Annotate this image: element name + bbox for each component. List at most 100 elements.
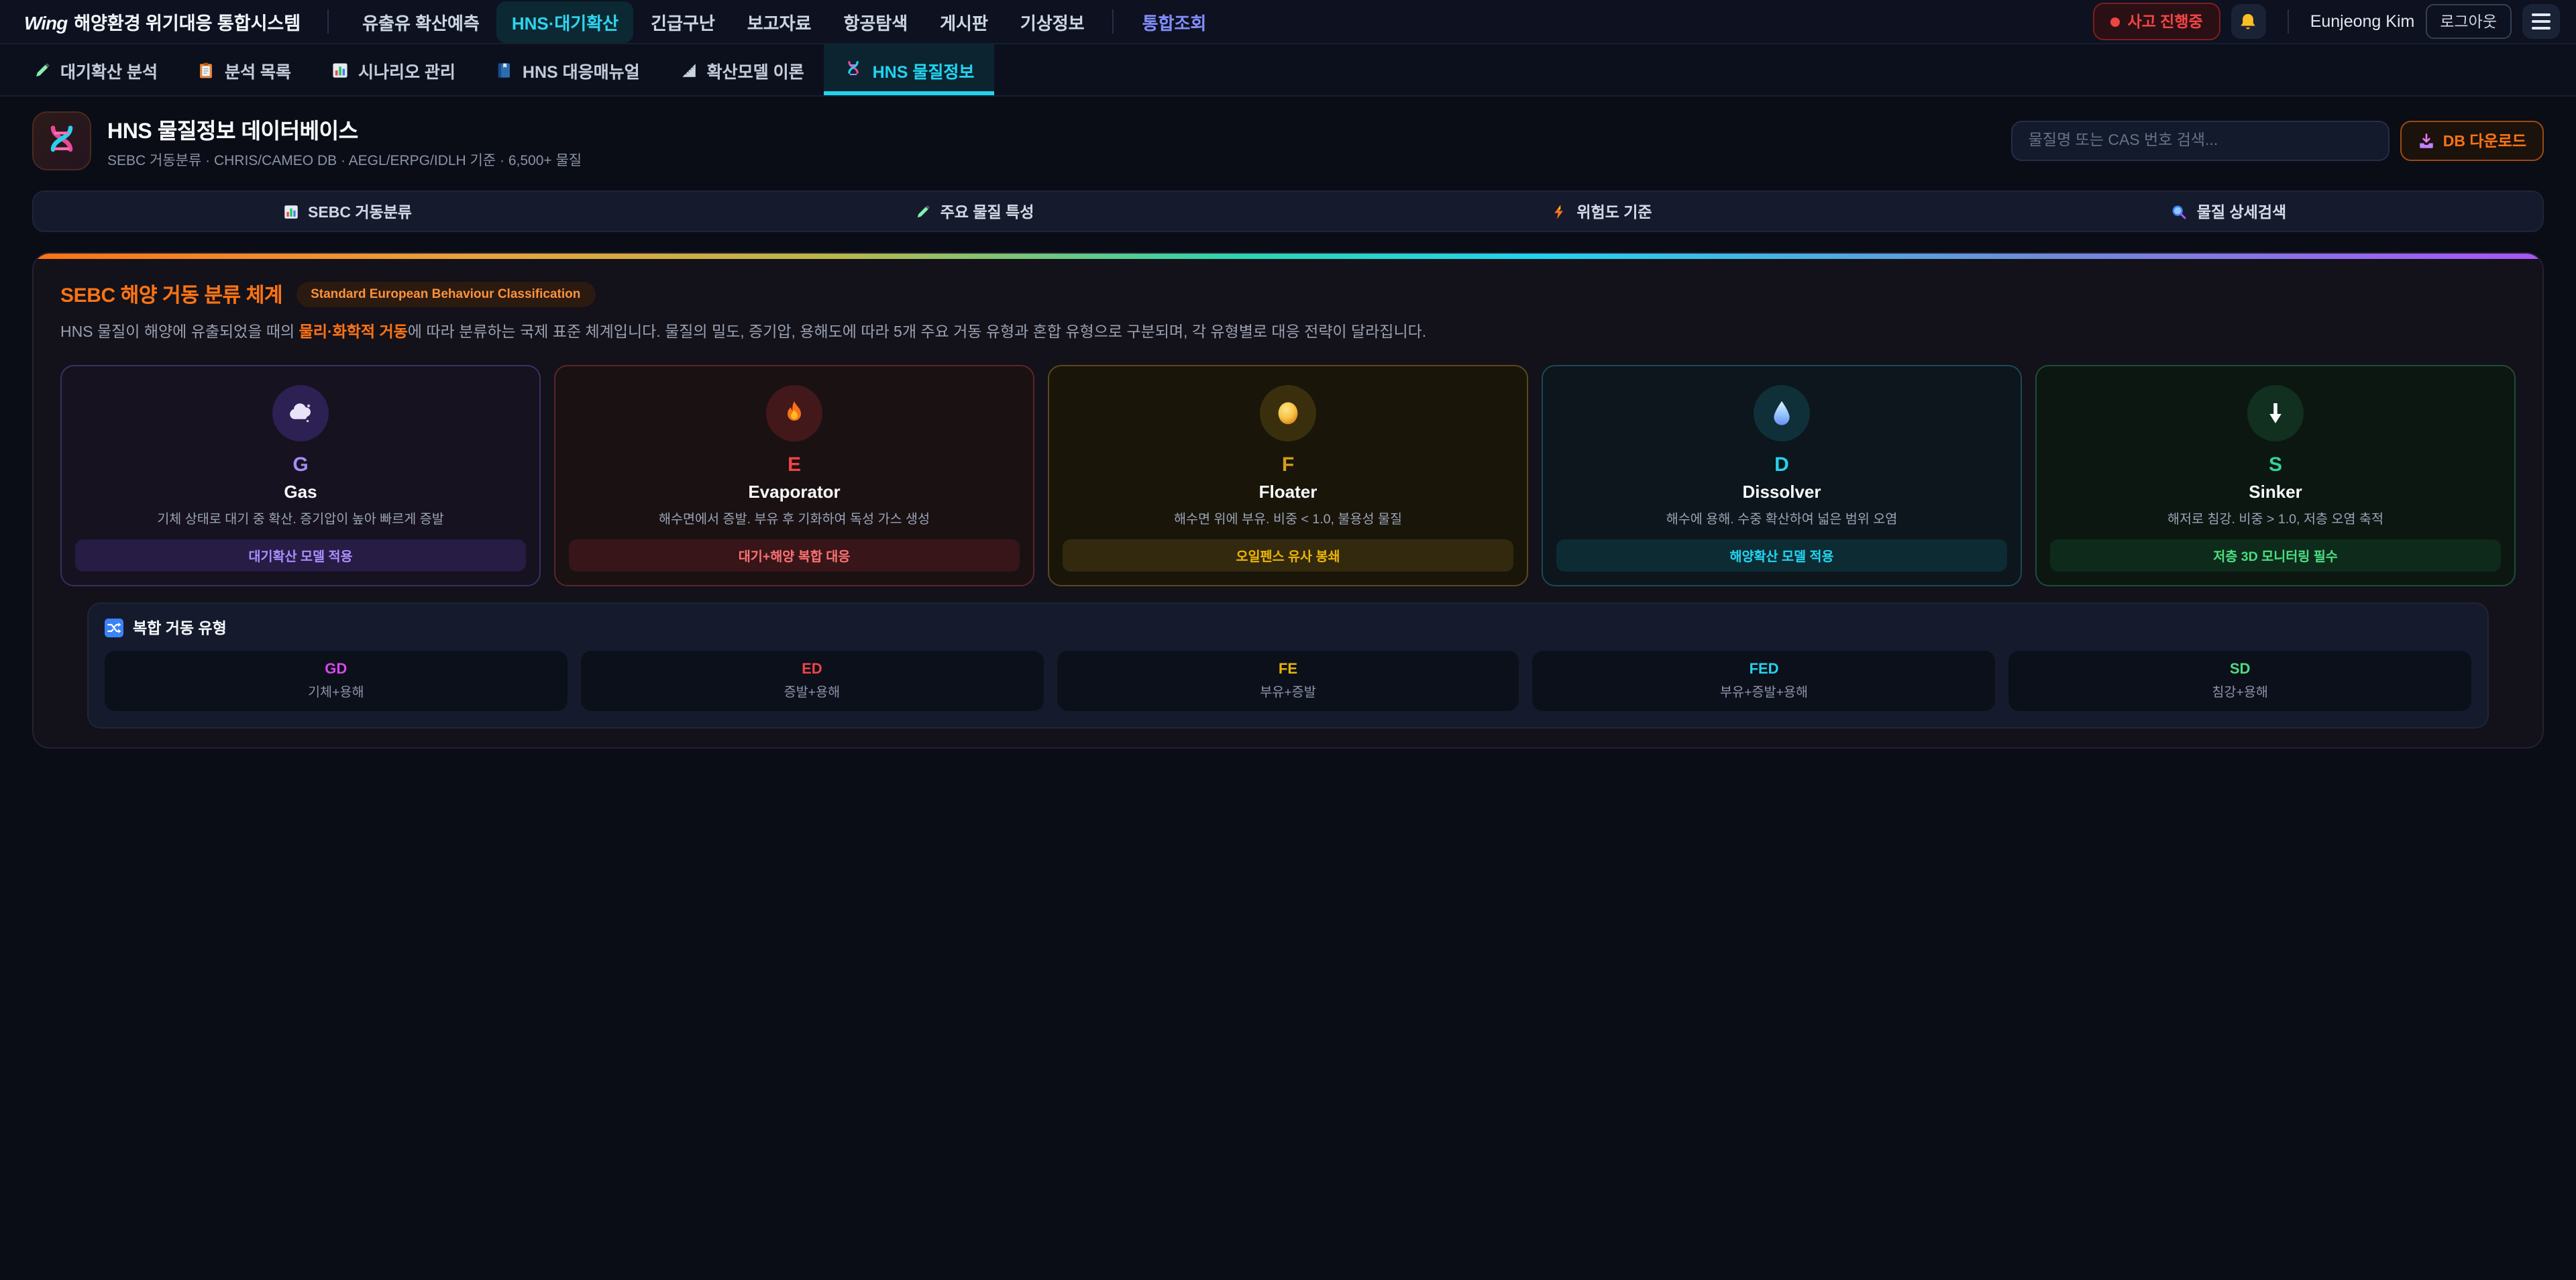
bar-chart-icon (331, 61, 349, 78)
behavior-desc: 기체 상태로 대기 중 확산. 증기압이 높아 빠르게 증발 (75, 509, 526, 527)
dna-icon (845, 60, 863, 79)
behavior-code: E (569, 454, 1020, 476)
header-actions: DB 다운로드 (2011, 121, 2544, 161)
subtab-hns-manual[interactable]: HNS 대응매뉴얼 (476, 44, 660, 95)
complex-panel-header: 복합 거동 유형 (105, 617, 2471, 639)
behavior-name: Sinker (2050, 482, 2501, 502)
nav-item-oil-spill[interactable]: 유출유 확산예측 (347, 1, 494, 42)
download-tray-icon (2418, 132, 2435, 150)
subtab-scenario-manage[interactable]: 시나리오 관리 (311, 44, 476, 95)
behavior-response-chip: 대기확산 모델 적용 (75, 539, 526, 572)
user-name: Eunjeong Kim (2310, 12, 2415, 31)
complex-behavior-panel: 복합 거동 유형 GD 기체+용해 ED 증발+용해 FE 부유+증발 (87, 602, 2489, 729)
divider (2288, 9, 2289, 34)
logo-mark: Wing (24, 12, 67, 34)
subtab-analysis-list[interactable]: 분석 목록 (178, 44, 311, 95)
tab-risk-criteria[interactable]: 위험도 기준 (1288, 192, 1915, 231)
sub-tab-bar: 대기확산 분석 분석 목록 시나리오 관리 (0, 44, 2576, 97)
logout-button[interactable]: 로그아웃 (2425, 4, 2512, 39)
bar-chart-icon (282, 203, 299, 219)
top-nav-right: 사고 진행중 Eunjeong Kim 로그아웃 (2092, 3, 2560, 40)
tab-substance-properties[interactable]: 주요 물질 특성 (661, 192, 1288, 231)
gradient-top-border (34, 254, 2542, 259)
sebc-description: HNS 물질이 해양에 유출되었을 때의 물리·화학적 거동에 따라 분류하는 … (60, 322, 2516, 346)
sebc-title: SEBC 해양 거동 분류 체계 (60, 280, 282, 309)
main-nav: 유출유 확산예측 HNS·대기확산 긴급구난 보고자료 항공탐색 게시판 기상정… (347, 1, 1221, 42)
behavior-card-dissolver[interactable]: D Dissolver 해수에 용해. 수중 확산하여 넓은 범위 오염 해양확… (1542, 365, 2022, 586)
behavior-name: Evaporator (569, 482, 1020, 502)
sebc-title-row: SEBC 해양 거동 분류 체계 Standard European Behav… (60, 280, 2516, 309)
complex-chip-sd[interactable]: SD 침강+용해 (2008, 651, 2471, 711)
incident-status-badge: 사고 진행중 (2092, 3, 2220, 40)
subtab-hns-substance-info[interactable]: HNS 물질정보 (824, 44, 995, 95)
logo-title: 해양환경 위기대응 통합시스템 (74, 8, 301, 35)
tab-sebc-classification[interactable]: SEBC 거동분류 (34, 192, 661, 231)
behavior-response-chip: 대기+해양 복합 대응 (569, 539, 1020, 572)
complex-chip-fed[interactable]: FED 부유+증발+용해 (1533, 651, 1996, 711)
nav-item-air-search[interactable]: 항공탐색 (828, 1, 922, 42)
behavior-card-gas[interactable]: G Gas 기체 상태로 대기 중 확산. 증기압이 높아 빠르게 증발 대기확… (60, 365, 541, 586)
behavior-response-chip: 저층 3D 모니터링 필수 (2050, 539, 2501, 572)
nav-item-weather[interactable]: 기상정보 (1006, 1, 1099, 42)
page-subtitle: SEBC 거동분류 · CHRIS/CAMEO DB · AEGL/ERPG/I… (107, 150, 582, 170)
behavior-name: Dissolver (1556, 482, 2007, 502)
subtab-model-theory[interactable]: 확산모델 이론 (660, 44, 824, 95)
page-icon (32, 111, 91, 170)
page-header: HNS 물질정보 데이터베이스 SEBC 거동분류 · CHRIS/CAMEO … (0, 97, 2576, 184)
pencil-icon (34, 61, 51, 78)
nav-item-hns-atmos[interactable]: HNS·대기확산 (497, 1, 633, 42)
hamburger-menu-icon[interactable] (2522, 4, 2560, 39)
pencil-icon (915, 203, 931, 219)
clipboard-icon (198, 61, 215, 78)
complex-chip-gd[interactable]: GD 기체+용해 (105, 651, 568, 711)
db-download-button[interactable]: DB 다운로드 (2400, 121, 2544, 161)
nav-item-board[interactable]: 게시판 (925, 1, 1003, 42)
shuffle-icon (105, 619, 123, 637)
behavior-desc: 해저로 침강. 비중 > 1.0, 저층 오염 축적 (2050, 509, 2501, 527)
sebc-badge: Standard European Behaviour Classificati… (296, 282, 595, 307)
book-icon (496, 61, 513, 78)
top-nav: Wing 해양환경 위기대응 통합시스템 유출유 확산예측 HNS·대기확산 긴… (0, 0, 2576, 44)
ruler-icon (680, 61, 698, 78)
droplet-icon (1754, 385, 1810, 441)
behavior-name: Gas (75, 482, 526, 502)
behavior-card-evaporator[interactable]: E Evaporator 해수면에서 증발. 부유 후 기화하여 독성 가스 생… (554, 365, 1034, 586)
flame-icon (766, 385, 822, 441)
sebc-description-emphasis: 물리·화학적 거동 (299, 325, 408, 341)
behavior-card-floater[interactable]: F Floater 해수면 위에 부유. 비중 < 1.0, 불용성 물질 오일… (1048, 365, 1528, 586)
behavior-response-chip: 해양확산 모델 적용 (1556, 539, 2007, 572)
behavior-cards: G Gas 기체 상태로 대기 중 확산. 증기압이 높아 빠르게 증발 대기확… (60, 365, 2516, 586)
behavior-desc: 해수면에서 증발. 부유 후 기화하여 독성 가스 생성 (569, 509, 1020, 527)
substance-search-input[interactable] (2011, 121, 2390, 161)
search-icon (2171, 203, 2188, 219)
page-title: HNS 물질정보 데이터베이스 (107, 112, 582, 144)
down-arrow-icon (2247, 385, 2304, 441)
behavior-card-sinker[interactable]: S Sinker 해저로 침강. 비중 > 1.0, 저층 오염 축적 저층 3… (2035, 365, 2516, 586)
sebc-panel-body: SEBC 해양 거동 분류 체계 Standard European Behav… (34, 259, 2542, 729)
behavior-desc: 해수에 용해. 수중 확산하여 넓은 범위 오염 (1556, 509, 2007, 527)
complex-chip-fe[interactable]: FE 부유+증발 (1057, 651, 1519, 711)
subtab-atmos-analysis[interactable]: 대기확산 분석 (13, 44, 178, 95)
tab-substance-detail-search[interactable]: 물질 상세검색 (1915, 192, 2542, 231)
behavior-code: D (1556, 454, 2007, 476)
nav-item-rescue[interactable]: 긴급구난 (636, 1, 730, 42)
lightning-icon (1551, 203, 1567, 219)
complex-chip-ed[interactable]: ED 증발+용해 (581, 651, 1044, 711)
behavior-code: F (1063, 454, 1513, 476)
divider (1113, 9, 1114, 34)
section-tab-bar: SEBC 거동분류 주요 물질 특성 위험도 기준 물질 상세검색 (32, 191, 2544, 232)
behavior-name: Floater (1063, 482, 1513, 502)
red-dot-icon (2110, 17, 2119, 26)
complex-panel-title: 복합 거동 유형 (133, 617, 227, 639)
gas-cloud-icon (272, 385, 329, 441)
sebc-panel: SEBC 해양 거동 분류 체계 Standard European Behav… (32, 252, 2544, 749)
behavior-code: G (75, 454, 526, 476)
page-title-block: HNS 물질정보 데이터베이스 SEBC 거동분류 · CHRIS/CAMEO … (107, 112, 582, 170)
complex-chip-grid: GD 기체+용해 ED 증발+용해 FE 부유+증발 FED 부유+증발+용해 (105, 651, 2471, 711)
app-logo[interactable]: Wing 해양환경 위기대응 통합시스템 (16, 8, 309, 35)
nav-item-reports[interactable]: 보고자료 (733, 1, 826, 42)
nav-item-integrated-search[interactable]: 통합조회 (1128, 1, 1222, 42)
dna-icon (44, 123, 79, 158)
divider (327, 9, 329, 34)
notification-button[interactable] (2231, 4, 2266, 39)
